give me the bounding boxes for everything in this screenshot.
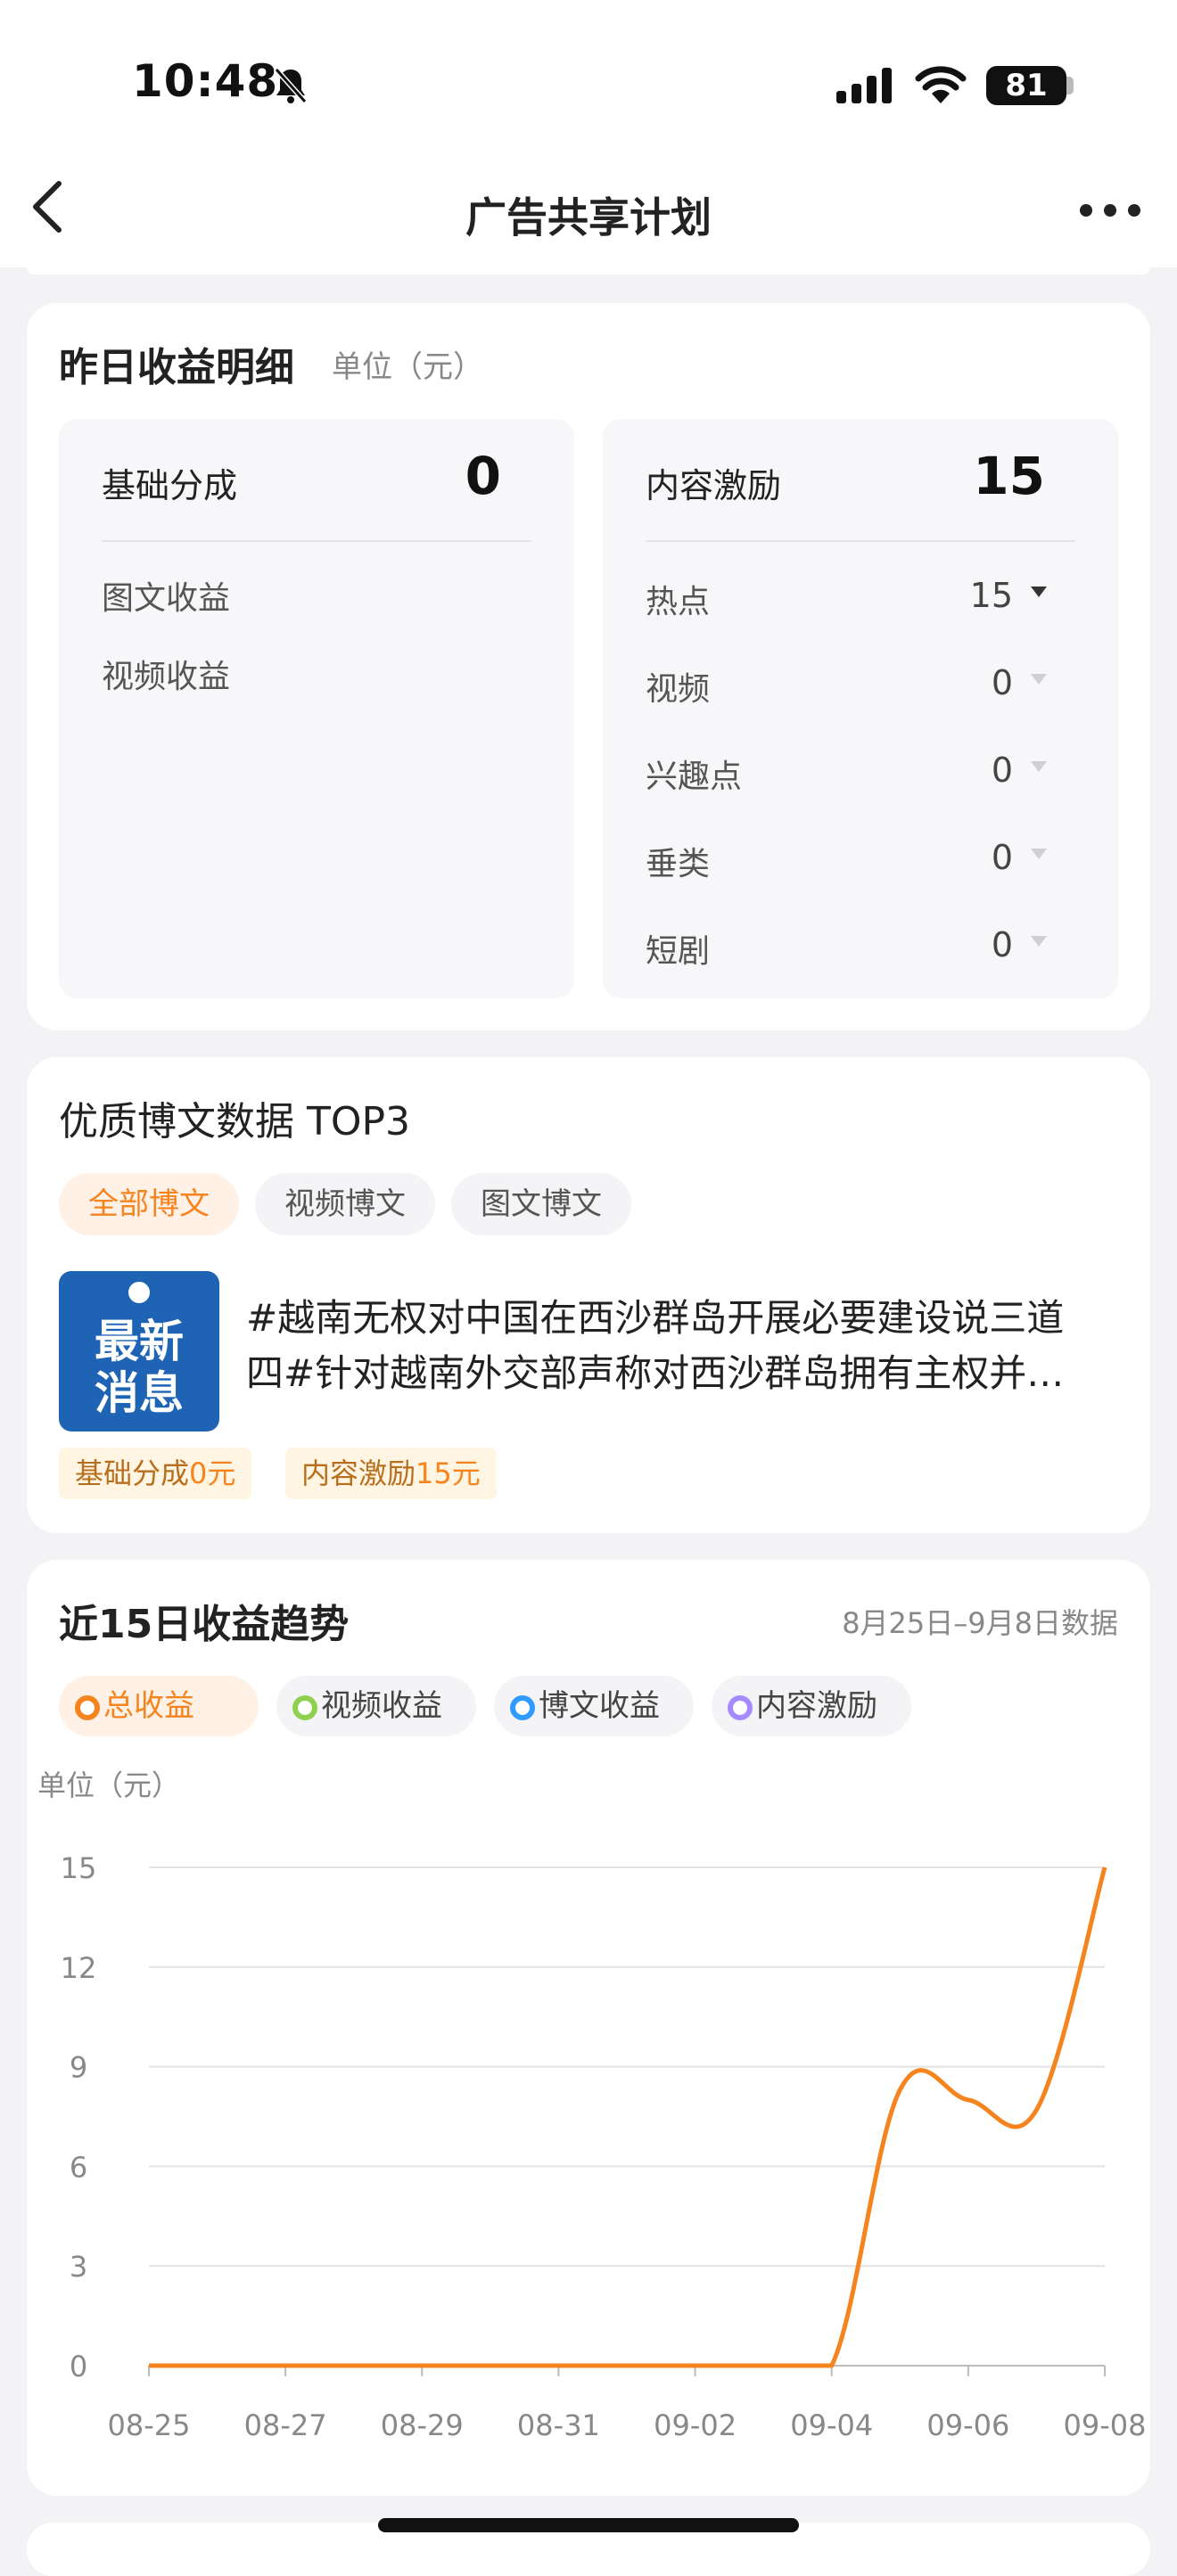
x-tick-label: 08-29 — [381, 2408, 464, 2442]
post-title-line2[interactable]: 四#针对越南外交部声称对西沙群岛拥有主权并… — [246, 1346, 1064, 1401]
row-video-earnings: 视频收益 — [102, 659, 231, 695]
bell-slash-icon — [274, 68, 308, 103]
y-tick-label: 3 — [70, 2250, 87, 2284]
tab-all-posts[interactable]: 全部博文 — [59, 1173, 239, 1235]
thumb-text-line2: 消息 — [95, 1367, 184, 1419]
battery-icon: 81 — [986, 66, 1066, 105]
tag-content-incentive-label: 内容激励 — [301, 1456, 416, 1490]
post-thumbnail[interactable]: 最新 消息 — [59, 1271, 219, 1432]
y-tick-label: 12 — [61, 1951, 97, 1985]
signal-icon — [836, 68, 892, 103]
tab-image-text-posts[interactable]: 图文博文 — [451, 1173, 631, 1235]
wifi-icon — [915, 66, 967, 103]
base-share-label: 基础分成 — [102, 466, 238, 505]
x-tick-label: 09-06 — [926, 2408, 1009, 2442]
content-incentive-value: 15 — [973, 446, 1045, 506]
content-incentive-label: 内容激励 — [646, 466, 782, 505]
expand-triangle-icon — [1031, 936, 1047, 947]
yesterday-earnings-card: 昨日收益明细 单位（元） 基础分成 0 图文收益 视频收益 内容激励 15 热点… — [27, 303, 1150, 1030]
row-video-value: 0 — [991, 663, 1013, 702]
trend-card: 近15日收益趋势 8月25日–9月8日数据 总收益 视频收益 博文收益 内容激励… — [27, 1560, 1150, 2496]
tag-content-incentive-value: 15元 — [416, 1456, 481, 1490]
row-hotspot: 热点 — [646, 584, 711, 620]
tag-base-share: 基础分成0元 — [59, 1448, 252, 1499]
base-share-panel: 基础分成 0 图文收益 视频收益 — [59, 419, 574, 998]
content-incentive-panel: 内容激励 15 热点 15 视频 0 兴趣点 0 垂类 0 短剧 0 — [603, 419, 1118, 998]
divider — [102, 540, 531, 542]
tag-base-share-label: 基础分成 — [75, 1456, 190, 1490]
row-interest-point-value: 0 — [991, 751, 1013, 790]
x-tick-label: 08-31 — [517, 2408, 600, 2442]
trend-chart: 0 3 6 9 12 15 08-25 08-27 08-29 08-31 09-02 09-04 09… — [61, 1851, 1147, 2442]
news-logo-icon — [128, 1282, 150, 1303]
tag-base-share-value: 0元 — [189, 1456, 236, 1490]
page-title: 广告共享计划 — [465, 193, 712, 242]
more-dots-icon[interactable] — [1079, 201, 1141, 219]
expand-triangle-icon[interactable] — [1031, 587, 1047, 597]
card-title: 优质博文数据 TOP3 — [59, 1099, 411, 1144]
y-tick-label: 0 — [70, 2350, 87, 2383]
expand-triangle-icon — [1031, 849, 1047, 859]
y-tick-label: 9 — [70, 2051, 87, 2085]
battery-cap — [1066, 77, 1074, 94]
tab-video-posts[interactable]: 视频博文 — [255, 1173, 435, 1235]
row-vertical: 垂类 — [646, 846, 711, 882]
card-title: 昨日收益明细 — [59, 345, 294, 390]
divider — [646, 540, 1075, 542]
y-tick-label: 6 — [70, 2150, 87, 2184]
row-interest-point: 兴趣点 — [646, 759, 743, 795]
unit-label: 单位（元） — [332, 349, 483, 385]
row-vertical-value: 0 — [991, 838, 1013, 877]
x-tick-label: 09-08 — [1064, 2408, 1147, 2442]
row-image-text-earnings: 图文收益 — [102, 580, 231, 617]
y-tick-label: 15 — [61, 1851, 97, 1885]
row-short-drama-value: 0 — [991, 925, 1013, 964]
x-tick-label: 09-04 — [790, 2408, 873, 2442]
expand-triangle-icon — [1031, 674, 1047, 685]
series-line-总收益 — [149, 1866, 1107, 2368]
tag-content-incentive: 内容激励15元 — [285, 1448, 497, 1499]
x-tick-label: 08-25 — [108, 2408, 191, 2442]
expand-triangle-icon — [1031, 761, 1047, 772]
post-title-line1[interactable]: #越南无权对中国在西沙群岛开展必要建设说三道 — [246, 1291, 1064, 1346]
header: 10:48 81 广告共享计划 — [0, 0, 1177, 267]
prev-card-edge — [27, 267, 1150, 275]
top-posts-card: 优质博文数据 TOP3 全部博文 视频博文 图文博文 最新 消息 #越南无权对中… — [27, 1057, 1150, 1533]
row-short-drama: 短剧 — [646, 933, 711, 970]
thumb-text-line1: 最新 — [95, 1316, 184, 1367]
x-tick-label: 08-27 — [244, 2408, 327, 2442]
status-time: 10:48 — [132, 55, 279, 107]
row-video: 视频 — [646, 671, 711, 708]
row-hotspot-value: 15 — [969, 576, 1013, 615]
home-indicator — [378, 2518, 799, 2532]
base-share-value: 0 — [465, 446, 501, 506]
x-tick-label: 09-02 — [654, 2408, 737, 2442]
